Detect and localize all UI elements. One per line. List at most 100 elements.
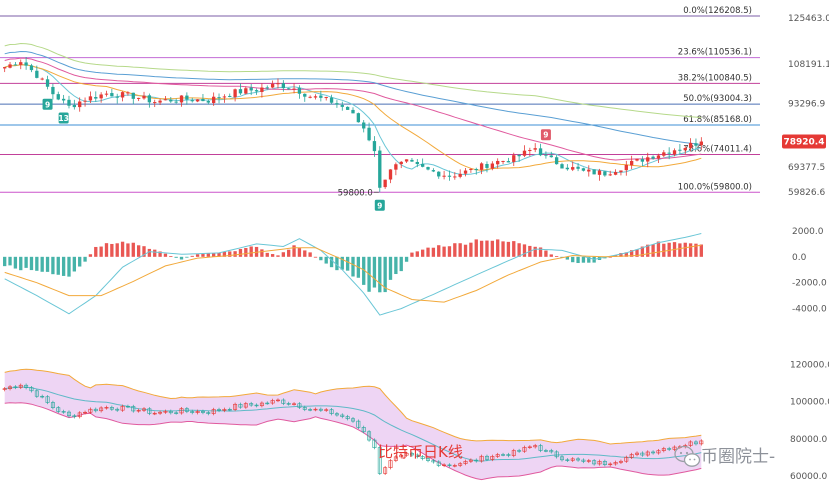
macd-bar	[163, 253, 168, 257]
price-tick-label: 125463.0	[788, 14, 829, 24]
candle-body	[431, 170, 436, 172]
price-tick-label: 59826.6	[788, 188, 825, 198]
macd-bar	[88, 254, 93, 257]
candle-body	[319, 95, 323, 98]
price-tick-label: 93296.9	[788, 99, 825, 109]
candle-body	[340, 105, 344, 107]
candle-body	[453, 176, 457, 178]
btc-daily-chart: 0.0%(126208.5) 23.6%(110536.1) 38.2%(10084…	[0, 6, 829, 481]
candle-body	[99, 94, 103, 99]
macd-bar	[688, 243, 693, 257]
watermark-brand: 币圈院士-	[701, 447, 775, 467]
macd-bar	[496, 239, 500, 257]
candle-body	[3, 67, 7, 69]
macd-bar	[490, 240, 494, 257]
fib-label: 50.0%(93004.3)	[683, 94, 752, 104]
macd-bar	[469, 242, 473, 257]
macd-bar	[426, 247, 430, 257]
candle-body	[565, 167, 570, 170]
macd-bar	[19, 256, 23, 271]
macd-bar	[120, 241, 125, 257]
candle-body	[136, 97, 141, 99]
candle-body	[688, 142, 693, 148]
macd-bar	[394, 256, 398, 275]
candle-body	[399, 161, 403, 165]
macd-bar	[463, 244, 468, 257]
candle-body	[147, 95, 152, 103]
candle-body	[72, 104, 77, 108]
candle-body	[549, 155, 553, 158]
macd-bar	[458, 243, 462, 257]
macd-bar	[410, 252, 414, 257]
macd-bar	[169, 256, 173, 257]
td-marker-label: 9	[45, 100, 50, 109]
candle-body	[67, 99, 71, 106]
last-price-tag: 78920.4	[782, 134, 826, 149]
candle-body	[19, 62, 23, 65]
candle-body	[120, 92, 125, 98]
last-price-value: 78920.4	[784, 138, 825, 148]
candle-body	[597, 170, 602, 175]
macd-bar	[51, 256, 55, 275]
macd-bar	[554, 256, 559, 257]
candle-body	[335, 103, 339, 105]
candle-body	[485, 164, 489, 168]
candle-body	[608, 174, 612, 176]
macd-bar	[67, 256, 71, 277]
macd-bar	[549, 254, 553, 257]
candle-body	[544, 154, 548, 156]
candle-body	[174, 101, 178, 103]
candle-body	[24, 62, 28, 66]
candle-body	[517, 154, 521, 157]
low-price-label: 59800.0	[338, 188, 373, 198]
macd-bar	[8, 256, 12, 266]
macd-bar	[287, 249, 291, 257]
macd-bar	[115, 243, 119, 257]
candle-body	[490, 163, 494, 169]
candle-body	[683, 148, 687, 151]
candle-body	[324, 97, 328, 99]
price-tick-label: 69377.5	[788, 163, 825, 173]
macd-bar	[533, 246, 537, 257]
macd-bar	[185, 256, 189, 258]
candle-body	[88, 96, 93, 101]
candle-body	[378, 150, 382, 188]
candle-body	[662, 152, 666, 156]
candle-body	[115, 96, 119, 98]
candle-body	[29, 65, 34, 71]
macd-bar	[260, 249, 264, 257]
macd-bar	[201, 254, 205, 257]
macd-bar	[13, 256, 18, 269]
macd-bar	[40, 256, 44, 272]
candle-body	[40, 78, 44, 80]
candle-body	[367, 127, 371, 141]
macd-bar	[78, 256, 82, 267]
macd-bar	[3, 256, 7, 267]
macd-bar	[517, 243, 521, 257]
macd-bar	[233, 251, 237, 257]
candle-body	[45, 79, 50, 87]
macd-bar	[571, 256, 575, 263]
macd-bar	[110, 243, 114, 257]
candle-body	[222, 96, 227, 98]
candle-body	[635, 158, 639, 161]
macd-bar	[195, 254, 200, 257]
macd-bar	[651, 244, 655, 257]
candle-body	[667, 152, 671, 154]
candle-body	[496, 160, 500, 165]
macd-bar	[479, 240, 484, 257]
candle-body	[61, 98, 66, 101]
candle-body	[249, 87, 253, 91]
candle-body	[404, 159, 409, 162]
macd-bar	[265, 252, 269, 257]
candle-body	[270, 83, 275, 88]
price-panel: 0.0%(126208.5) 23.6%(110536.1) 38.2%(10084…	[0, 6, 829, 211]
candle-body	[163, 99, 168, 101]
macd-bar	[324, 256, 328, 264]
candle-body	[581, 168, 586, 171]
candle-body	[646, 157, 650, 162]
candle-body	[522, 150, 527, 156]
macd-bar	[83, 256, 87, 262]
candle-body	[383, 179, 387, 188]
macd-bar	[678, 243, 682, 257]
